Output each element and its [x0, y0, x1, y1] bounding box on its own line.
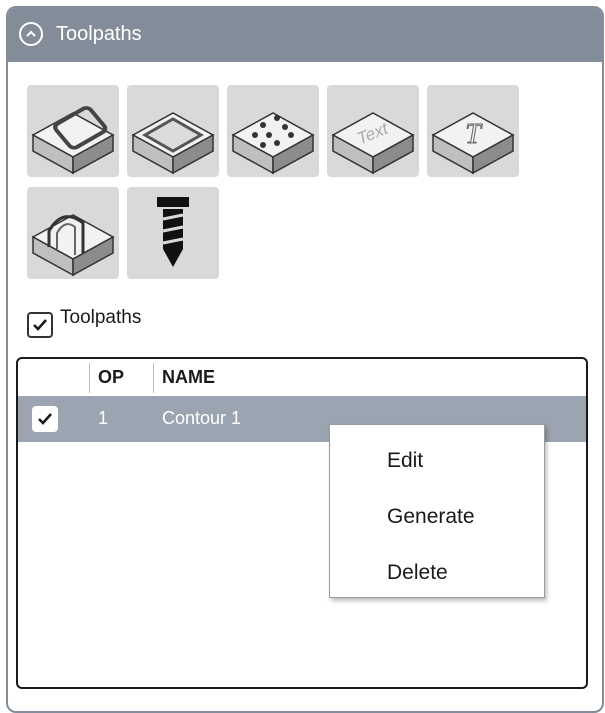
checkmark-icon: [33, 319, 47, 331]
row-name: Contour 1: [162, 408, 242, 428]
row-op: 1: [98, 408, 109, 428]
profile-icon: [131, 112, 215, 175]
row-checkbox[interactable]: [32, 406, 58, 432]
pocket-tool-button[interactable]: [27, 85, 119, 177]
arch-icon: [31, 214, 115, 277]
drill-holes-icon: [231, 112, 315, 175]
t-glyph: T: [465, 119, 483, 150]
context-menu-generate[interactable]: Generate: [330, 487, 544, 543]
toolpaths-checkbox-label: Toolpaths: [60, 307, 142, 328]
list-header: OP NAME: [18, 359, 586, 395]
drill-tool-button[interactable]: [127, 187, 219, 279]
context-menu-edit[interactable]: Edit: [330, 431, 544, 487]
context-menu-delete[interactable]: Delete: [330, 543, 544, 599]
column-header-op[interactable]: OP: [98, 367, 124, 388]
column-divider: [153, 363, 154, 393]
menu-item-label: Delete: [387, 561, 448, 584]
text-icon: Text: [331, 112, 415, 175]
vcarve-text-tool-button[interactable]: T: [427, 85, 519, 177]
context-menu: Edit Generate Delete: [329, 424, 545, 598]
checkmark-icon: [38, 413, 52, 425]
drill-bit-icon: [157, 197, 189, 267]
text-engrave-tool-button[interactable]: Text: [327, 85, 419, 177]
pocket-icon: [31, 106, 115, 175]
vcarve-text-icon: T: [431, 112, 515, 175]
arch-cut-tool-button[interactable]: [27, 187, 119, 279]
column-header-name[interactable]: NAME: [162, 367, 215, 388]
menu-item-label: Generate: [387, 505, 475, 528]
panel-header: Toolpaths: [8, 8, 602, 62]
drill-pattern-tool-button[interactable]: [227, 85, 319, 177]
menu-item-label: Edit: [387, 449, 424, 472]
panel-title: Toolpaths: [56, 23, 142, 45]
profile-tool-button[interactable]: [127, 85, 219, 177]
column-divider: [89, 363, 90, 393]
chevron-up-circle-icon[interactable]: [19, 22, 43, 46]
toolpaths-checkbox[interactable]: [27, 312, 53, 338]
